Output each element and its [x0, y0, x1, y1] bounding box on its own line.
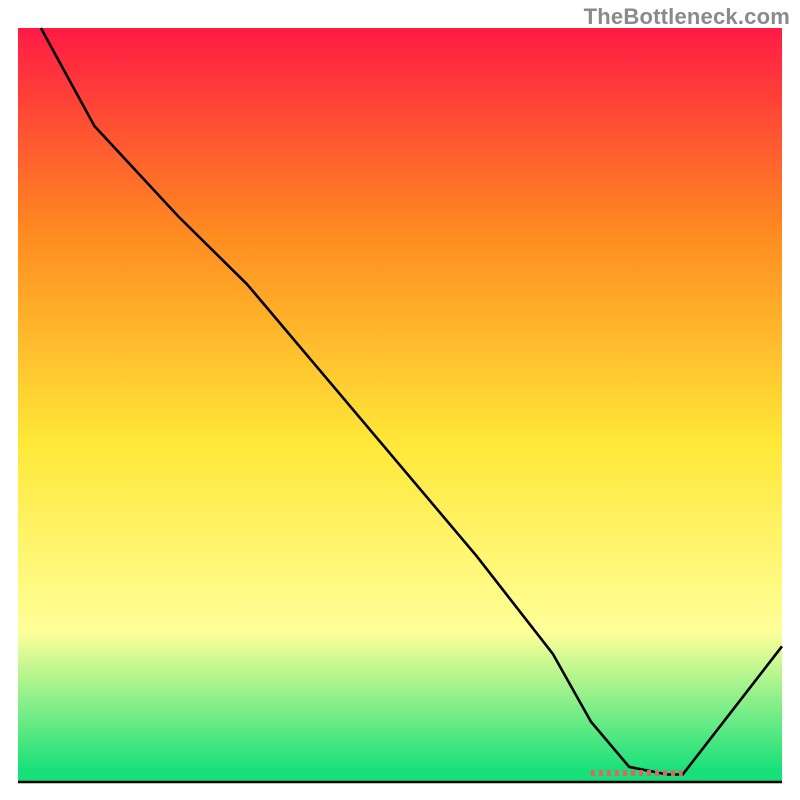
gradient-background [18, 28, 782, 782]
bottleneck-chart [0, 0, 800, 800]
chart-wrapper: { "attribution": "TheBottleneck.com", "c… [0, 0, 800, 800]
attribution-text: TheBottleneck.com [584, 4, 790, 30]
